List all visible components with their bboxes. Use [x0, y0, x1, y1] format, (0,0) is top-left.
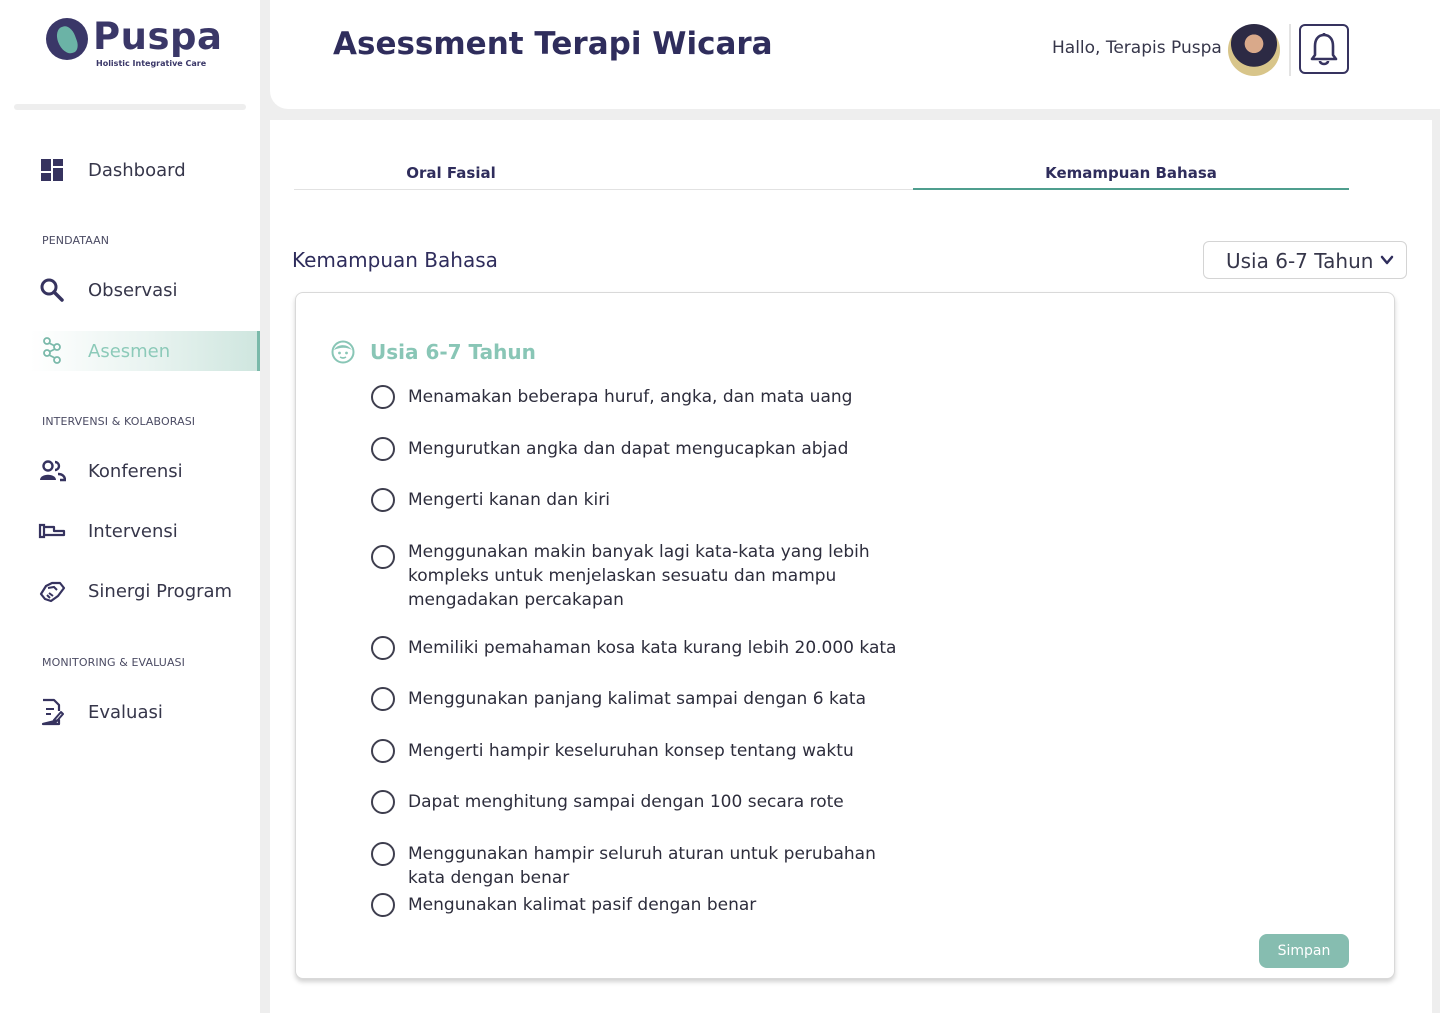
- checklist-item-label: Mengerti kanan dan kiri: [408, 490, 610, 510]
- checklist-item-label: Menamakan beberapa huruf, angka, dan mat…: [408, 387, 853, 407]
- checklist-item: Menggunakan hampir seluruh aturan untuk …: [371, 842, 881, 890]
- sidebar-item-label: Observasi: [88, 279, 178, 301]
- checklist-item: Menggunakan panjang kalimat sampai denga…: [371, 687, 931, 711]
- age-select[interactable]: Usia 6-7 Tahun: [1203, 241, 1407, 279]
- tab-kemampuan-bahasa[interactable]: Kemampuan Bahasa: [913, 164, 1349, 190]
- people-icon: [38, 457, 66, 485]
- child-face-icon: [331, 340, 355, 364]
- tab-oral-fasial[interactable]: Oral Fasial: [294, 164, 608, 190]
- checklist-item: Mengurutkan angka dan dapat mengucapkan …: [371, 437, 931, 461]
- search-icon: [38, 276, 66, 304]
- card-header: Usia 6-7 Tahun: [331, 340, 536, 364]
- checklist-item-label: Menggunakan panjang kalimat sampai denga…: [408, 689, 866, 709]
- molecule-icon: [38, 337, 66, 365]
- logo-tagline: Holistic Integrative Care: [96, 59, 207, 68]
- main-content: Oral Fasial Kemampuan Bahasa Kemampuan B…: [270, 120, 1432, 1013]
- checklist-item: Mengerti kanan dan kiri: [371, 488, 931, 512]
- checklist-item: Memiliki pemahaman kosa kata kurang lebi…: [371, 636, 931, 660]
- section-title-pendataan: PENDATAAN: [42, 234, 110, 247]
- bell-icon: [1310, 33, 1338, 66]
- sidebar-item-label: Dashboard: [88, 159, 186, 181]
- section-title-intervensi-kolaborasi: INTERVENSI & KOLABORASI: [42, 415, 196, 428]
- handshake-icon: [38, 577, 66, 605]
- sidebar-divider: [14, 104, 246, 110]
- sidebar-item-asesmen[interactable]: Asesmen: [30, 331, 260, 371]
- sidebar-item-label: Intervensi: [88, 520, 178, 542]
- sidebar-item-label: Konferensi: [88, 460, 183, 482]
- page-title: Asessment Terapi Wicara: [333, 26, 773, 62]
- radio-button[interactable]: [371, 842, 395, 866]
- radio-button[interactable]: [371, 636, 395, 660]
- radio-button[interactable]: [371, 739, 395, 763]
- section-heading: Kemampuan Bahasa: [292, 248, 498, 272]
- sidebar-item-intervensi[interactable]: Intervensi: [30, 511, 260, 551]
- tab-bar: Oral Fasial Kemampuan Bahasa: [294, 164, 1349, 190]
- sidebar-item-sinergi-program[interactable]: Sinergi Program: [30, 571, 260, 611]
- radio-button[interactable]: [371, 790, 395, 814]
- checklist-item: Mengunakan kalimat pasif dengan benar: [371, 893, 931, 917]
- checklist-item-label: Menggunakan makin banyak lagi kata-kata …: [408, 542, 870, 610]
- checklist-item: Dapat menghitung sampai dengan 100 secar…: [371, 790, 931, 814]
- radio-button[interactable]: [371, 687, 395, 711]
- sidebar-item-dashboard[interactable]: Dashboard: [30, 150, 260, 190]
- assessment-card: Usia 6-7 Tahun Menamakan beberapa huruf,…: [295, 292, 1395, 979]
- sidebar-item-label: Evaluasi: [88, 701, 163, 723]
- sidebar-item-label: Sinergi Program: [88, 580, 233, 602]
- avatar[interactable]: [1228, 24, 1280, 76]
- checklist-item-label: Menggunakan hampir seluruh aturan untuk …: [408, 844, 876, 888]
- sidebar-item-evaluasi[interactable]: Evaluasi: [30, 692, 260, 732]
- puspa-logo[interactable]: Puspa Holistic Integrative Care: [46, 15, 222, 73]
- checklist-item: Menggunakan makin banyak lagi kata-kata …: [371, 540, 871, 612]
- sidebar-item-observasi[interactable]: Observasi: [30, 270, 260, 310]
- checklist-item: Mengerti hampir keseluruhan konsep tenta…: [371, 739, 931, 763]
- checklist-item-label: Dapat menghitung sampai dengan 100 secar…: [408, 792, 844, 812]
- radio-button[interactable]: [371, 545, 395, 569]
- hand-icon: [38, 517, 66, 545]
- checklist-item-label: Mengunakan kalimat pasif dengan benar: [408, 895, 757, 915]
- checklist-item: Menamakan beberapa huruf, angka, dan mat…: [371, 385, 931, 409]
- radio-button[interactable]: [371, 385, 395, 409]
- radio-button[interactable]: [371, 893, 395, 917]
- sidebar-item-konferensi[interactable]: Konferensi: [30, 451, 260, 491]
- checklist-item-label: Mengurutkan angka dan dapat mengucapkan …: [408, 439, 849, 459]
- age-select-value: Usia 6-7 Tahun: [1226, 249, 1374, 273]
- checklist-item-label: Mengerti hampir keseluruhan konsep tenta…: [408, 741, 854, 761]
- radio-button[interactable]: [371, 488, 395, 512]
- save-button[interactable]: Simpan: [1259, 934, 1349, 968]
- notification-button[interactable]: [1299, 24, 1349, 74]
- header-divider: [1289, 24, 1291, 76]
- logo-mark-icon: [46, 18, 88, 60]
- sidebar: Puspa Holistic Integrative Care Dashboar…: [0, 0, 260, 1013]
- chevron-down-icon: [1380, 255, 1394, 265]
- user-greeting: Hallo, Terapis Puspa: [1052, 38, 1222, 58]
- radio-button[interactable]: [371, 437, 395, 461]
- dashboard-icon: [38, 156, 66, 184]
- checklist-item-label: Memiliki pemahaman kosa kata kurang lebi…: [408, 638, 897, 658]
- section-title-monitoring-evaluasi: MONITORING & EVALUASI: [42, 656, 185, 669]
- logo-wordmark: Puspa: [93, 15, 223, 58]
- card-title: Usia 6-7 Tahun: [370, 340, 536, 364]
- sidebar-item-label: Asesmen: [88, 340, 171, 362]
- top-header: Asessment Terapi Wicara Hallo, Terapis P…: [270, 0, 1440, 109]
- document-edit-icon: [38, 698, 66, 726]
